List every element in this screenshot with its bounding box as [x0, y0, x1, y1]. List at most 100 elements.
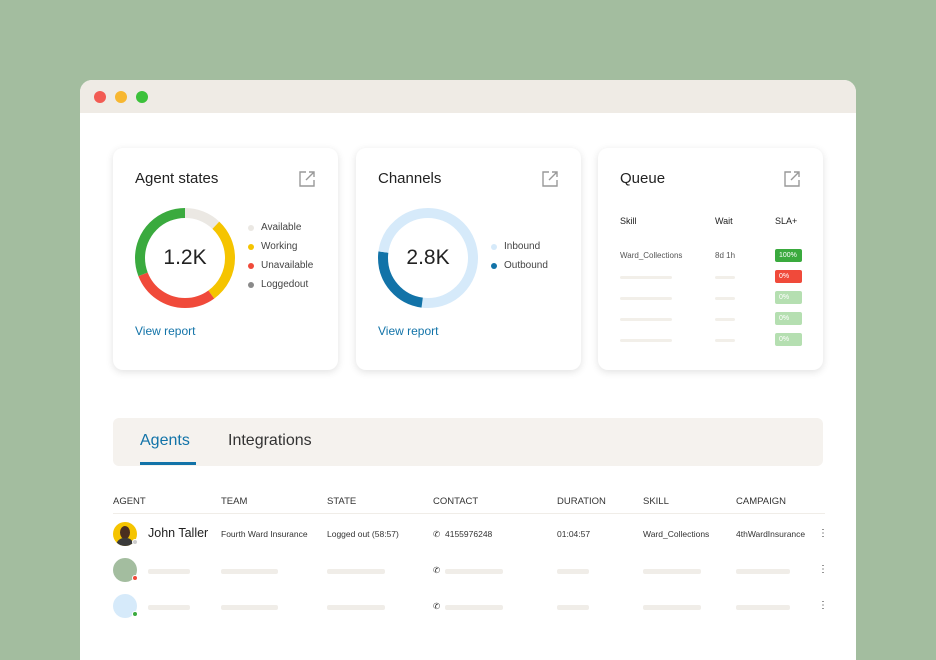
- external-link-icon[interactable]: [783, 170, 801, 188]
- placeholder-bar: [715, 318, 735, 321]
- state-cell: Logged out (58:57): [327, 529, 399, 539]
- queue-row[interactable]: 0%: [620, 312, 805, 326]
- maximize-window-button[interactable]: [136, 91, 148, 103]
- team-cell: Fourth Ward Insurance: [221, 529, 308, 539]
- legend-label: Unavailable: [261, 260, 314, 271]
- agent-name: John Taller: [148, 526, 209, 540]
- tab-integrations[interactable]: Integrations: [228, 432, 312, 450]
- queue-row[interactable]: Ward_Collections 8d 1h 100%: [620, 249, 805, 263]
- status-dot: [132, 611, 138, 617]
- duration-cell: 01:04:57: [557, 529, 591, 539]
- legend-item: Loggedout: [248, 275, 313, 294]
- column-header[interactable]: SKILL: [643, 496, 669, 507]
- status-dot: [132, 575, 138, 581]
- campaign-cell: 4thWardInsurance: [736, 529, 806, 539]
- legend-label: Working: [261, 241, 298, 252]
- legend-dot: [491, 262, 497, 269]
- card-title: Channels: [378, 170, 442, 187]
- channels-legend: Inbound Outbound: [491, 237, 548, 275]
- phone-icon: ✆: [433, 565, 441, 575]
- close-window-button[interactable]: [94, 91, 106, 103]
- agent-states-card: Agent states 1.2K Available Working Unavai…: [113, 148, 338, 370]
- app-window: Agent states 1.2K Available Working Unavai…: [80, 80, 856, 660]
- sla-badge: 0%: [775, 270, 802, 283]
- sla-badge: 0%: [775, 333, 802, 346]
- more-options-icon[interactable]: ⋮: [818, 528, 828, 539]
- legend-label: Loggedout: [261, 279, 309, 290]
- legend-label: Outbound: [504, 260, 548, 271]
- phone-icon: ✆: [433, 529, 441, 539]
- legend-label: Inbound: [504, 241, 541, 252]
- queue-row[interactable]: 0%: [620, 333, 805, 347]
- column-header[interactable]: CONTACT: [433, 496, 478, 507]
- placeholder-bar: [736, 605, 790, 610]
- status-dot: [132, 539, 138, 545]
- external-link-icon[interactable]: [298, 170, 316, 188]
- legend-item: Inbound: [491, 237, 548, 256]
- placeholder-bar: [221, 569, 278, 574]
- more-options-icon[interactable]: ⋮: [818, 564, 828, 575]
- queue-header-sla: SLA+: [775, 216, 798, 226]
- queue-skill: Ward_Collections: [620, 251, 683, 260]
- queue-row[interactable]: 0%: [620, 270, 805, 284]
- legend-label: Available: [261, 222, 302, 233]
- placeholder-bar: [148, 605, 190, 610]
- agent-states-legend: Available Working Unavailable Loggedout: [248, 218, 313, 294]
- card-title: Agent states: [135, 170, 219, 187]
- queue-row[interactable]: 0%: [620, 291, 805, 305]
- divider: [113, 513, 825, 514]
- placeholder-bar: [327, 569, 385, 574]
- placeholder-bar: [620, 318, 672, 321]
- phone-icon: ✆: [433, 601, 441, 611]
- legend-item: Working: [248, 237, 313, 256]
- placeholder-bar: [715, 297, 735, 300]
- sla-badge: 0%: [775, 312, 802, 325]
- legend-item: Outbound: [491, 256, 548, 275]
- placeholder-bar: [327, 605, 385, 610]
- placeholder-bar: [620, 339, 672, 342]
- legend-item: Available: [248, 218, 313, 237]
- queue-card: Queue Skill Wait SLA+ Ward_Collections 8d…: [598, 148, 823, 370]
- queue-wait: 8d 1h: [715, 251, 736, 260]
- placeholder-bar: [557, 569, 589, 574]
- placeholder-bar: [445, 569, 503, 574]
- view-report-link[interactable]: View report: [135, 324, 195, 338]
- legend-dot: [248, 262, 254, 269]
- column-header[interactable]: STATE: [327, 496, 356, 507]
- legend-dot: [248, 281, 254, 288]
- placeholder-bar: [221, 605, 278, 610]
- legend-dot: [248, 243, 254, 250]
- legend-item: Unavailable: [248, 256, 313, 275]
- legend-dot: [248, 224, 254, 231]
- title-bar: [80, 80, 856, 113]
- placeholder-bar: [557, 605, 589, 610]
- legend-dot: [491, 243, 497, 250]
- column-header[interactable]: CAMPAIGN: [736, 496, 786, 507]
- sla-badge: 100%: [775, 249, 802, 262]
- minimize-window-button[interactable]: [115, 91, 127, 103]
- column-header[interactable]: AGENT: [113, 496, 146, 507]
- contact-cell[interactable]: 4155976248: [445, 529, 492, 539]
- placeholder-bar: [715, 339, 735, 342]
- queue-header-skill: Skill: [620, 216, 637, 226]
- placeholder-bar: [736, 569, 790, 574]
- skill-cell: Ward_Collections: [643, 529, 710, 539]
- placeholder-bar: [620, 297, 672, 300]
- placeholder-bar: [445, 605, 503, 610]
- column-header[interactable]: TEAM: [221, 496, 247, 507]
- table-row[interactable]: ✆ ⋮: [113, 590, 828, 624]
- placeholder-bar: [715, 276, 735, 279]
- table-row[interactable]: John Taller Fourth Ward Insurance Logged…: [113, 518, 828, 552]
- agent-total: 1.2K: [163, 246, 207, 269]
- column-header[interactable]: DURATION: [557, 496, 606, 507]
- placeholder-bar: [148, 569, 190, 574]
- view-report-link[interactable]: View report: [378, 324, 438, 338]
- sla-badge: 0%: [775, 291, 802, 304]
- channels-card: Channels 2.8K Inbound Outbound View repor…: [356, 148, 581, 370]
- more-options-icon[interactable]: ⋮: [818, 600, 828, 611]
- table-row[interactable]: ✆ ⋮: [113, 554, 828, 588]
- channels-total: 2.8K: [406, 246, 450, 269]
- external-link-icon[interactable]: [541, 170, 559, 188]
- queue-header-wait: Wait: [715, 216, 733, 226]
- tab-agents[interactable]: Agents: [140, 432, 190, 450]
